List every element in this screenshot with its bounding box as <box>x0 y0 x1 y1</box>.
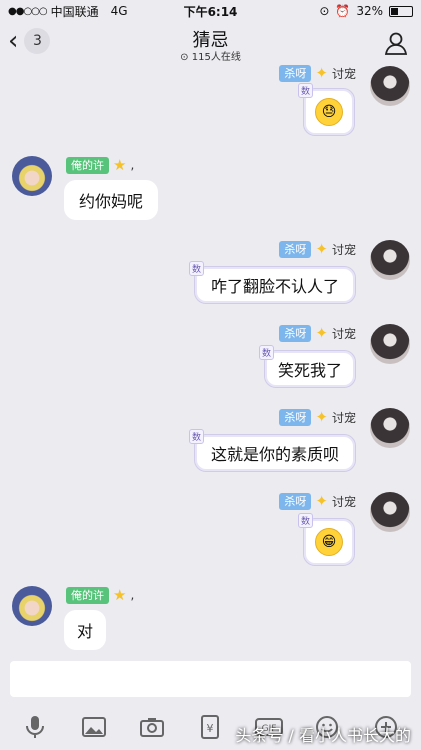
star-icon: ★ <box>113 586 127 604</box>
nickname: 讨宠 <box>331 494 356 509</box>
star-icon: ✦ <box>315 492 328 510</box>
star-icon: ✦ <box>315 64 328 82</box>
grin-emoji-icon: 😁 <box>315 528 343 556</box>
image-icon[interactable] <box>80 713 108 741</box>
sender-meta: 杀呀 ✦ 讨宠 <box>279 492 356 510</box>
separator: , <box>130 158 135 172</box>
message-bubble[interactable]: 数 😁 <box>298 513 355 566</box>
nickname: 讨宠 <box>331 326 356 341</box>
badge: 数 <box>189 429 205 444</box>
sender-meta: 俺的许 ★ , <box>66 156 134 174</box>
title-tag: 俺的许 <box>66 156 109 174</box>
avatar[interactable] <box>370 408 410 448</box>
message-bubble[interactable]: 对 <box>64 610 106 650</box>
avatar[interactable] <box>370 66 410 106</box>
title-tag: 杀呀 <box>279 64 312 82</box>
sender-meta: 杀呀 ✦ 讨宠 <box>279 408 356 426</box>
badge: 数 <box>189 261 205 276</box>
message-text: 咋了翻脸不认人了 <box>210 277 339 296</box>
message-text: 这就是你的素质呗 <box>210 445 339 464</box>
message-text: 笑死我了 <box>277 361 342 380</box>
nickname: 讨宠 <box>331 410 356 425</box>
status-time: 下午6:14 <box>183 4 238 19</box>
title-tag: 杀呀 <box>279 492 312 510</box>
star-icon: ✦ <box>315 408 328 426</box>
badge: 数 <box>298 513 314 528</box>
nickname: 讨宠 <box>331 66 356 81</box>
message-bubble[interactable]: 数 咋了翻脸不认人了 <box>189 261 356 304</box>
sweat-emoji-icon: 😓 <box>315 98 343 126</box>
title-tag: 杀呀 <box>279 240 312 258</box>
sender-meta: 杀呀 ✦ 讨宠 <box>279 64 356 82</box>
avatar[interactable] <box>12 586 52 626</box>
star-icon: ✦ <box>315 324 328 342</box>
title-tag: 杀呀 <box>279 324 312 342</box>
red-packet-icon[interactable]: ¥ <box>196 713 224 741</box>
avatar[interactable] <box>12 156 52 196</box>
status-bar: ●●○○○ 中国联通 4G 下午6:14 ⊙ ⏰ 32% <box>0 0 421 22</box>
separator: , <box>130 588 135 602</box>
mic-icon[interactable] <box>21 713 49 741</box>
svg-text:¥: ¥ <box>207 722 214 735</box>
avatar[interactable] <box>370 240 410 280</box>
message-input[interactable] <box>10 661 411 697</box>
nickname: 讨宠 <box>331 242 356 257</box>
camera-icon[interactable] <box>138 713 166 741</box>
nav-bar: ‹ 3 猜忌 ⊙ 115人在线 <box>0 22 421 66</box>
message-item: 杀呀 ✦ 讨宠 数 笑死我了 <box>0 320 421 394</box>
watermark: 头条号 / 看小人书长大的 <box>235 726 411 745</box>
battery-icon <box>389 5 413 17</box>
avatar[interactable] <box>370 492 410 532</box>
badge: 数 <box>298 83 314 98</box>
message-item: 杀呀 ✦ 讨宠 数 😓 <box>0 62 421 142</box>
title-tag: 俺的许 <box>66 586 109 604</box>
online-count: ⊙ 115人在线 <box>180 52 241 63</box>
message-bubble[interactable]: 数 这就是你的素质呗 <box>189 429 356 472</box>
title-tag: 杀呀 <box>279 408 312 426</box>
message-item: 俺的许 ★ , 约你妈呢 <box>0 150 421 230</box>
message-item: 杀呀 ✦ 讨宠 数 咋了翻脸不认人了 <box>0 236 421 310</box>
star-icon: ★ <box>113 156 127 174</box>
message-bubble[interactable]: 数 笑死我了 <box>259 345 356 388</box>
message-item: 杀呀 ✦ 讨宠 数 😁 <box>0 488 421 570</box>
sender-meta: 杀呀 ✦ 讨宠 <box>279 240 356 258</box>
star-icon: ✦ <box>315 240 328 258</box>
message-bubble[interactable]: 数 😓 <box>298 83 355 136</box>
group-members-icon[interactable] <box>383 30 409 56</box>
message-bubble[interactable]: 约你妈呢 <box>64 180 158 220</box>
sender-meta: 俺的许 ★ , <box>66 586 134 604</box>
sender-meta: 杀呀 ✦ 讨宠 <box>279 324 356 342</box>
message-item: 俺的许 ★ , 对 <box>0 580 421 654</box>
message-item: 杀呀 ✦ 讨宠 数 这就是你的素质呗 <box>0 404 421 478</box>
avatar[interactable] <box>370 324 410 364</box>
badge: 数 <box>259 345 275 360</box>
